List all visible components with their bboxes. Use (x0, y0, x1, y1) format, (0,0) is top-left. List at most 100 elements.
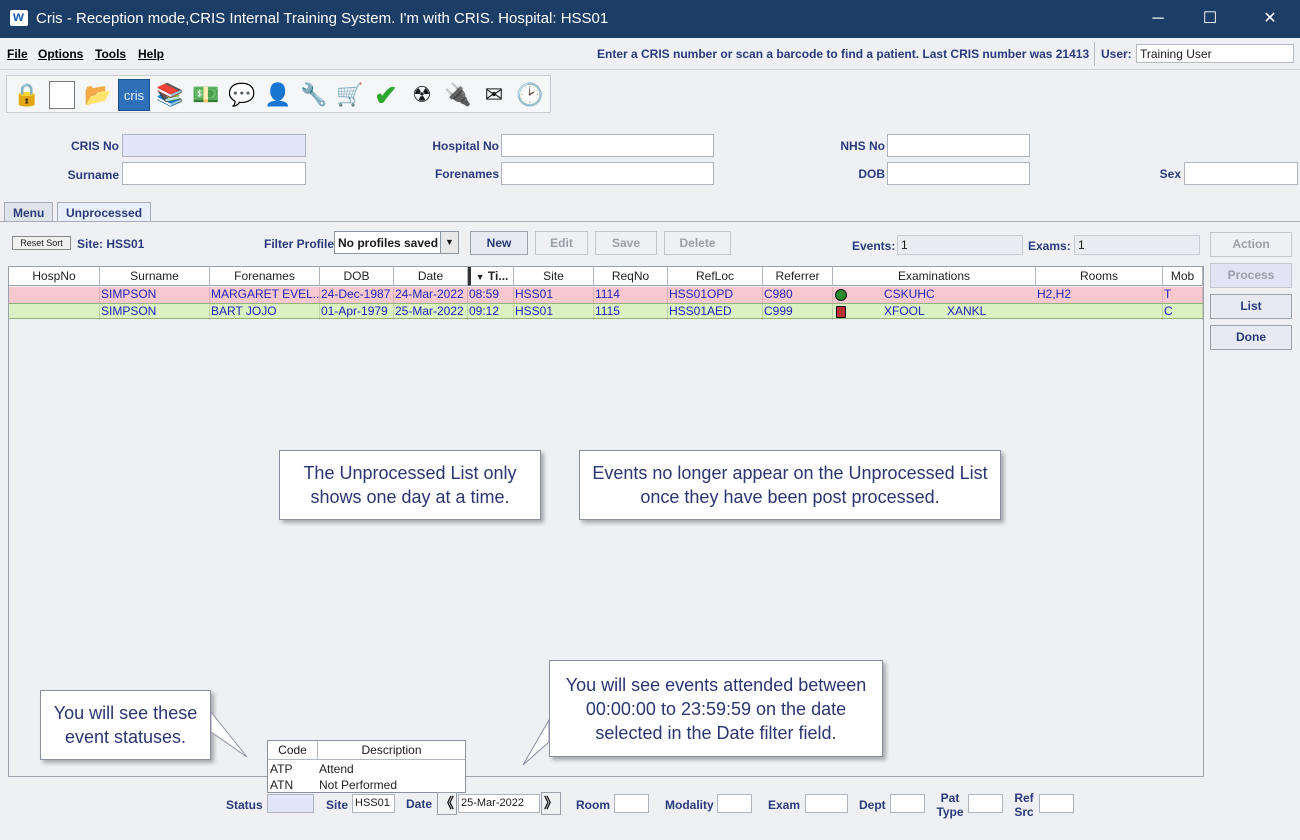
col-rooms[interactable]: Rooms (1036, 267, 1163, 286)
exam-filter-input[interactable] (805, 794, 848, 813)
forenames-input[interactable] (501, 162, 714, 185)
cell-hospno (9, 304, 100, 320)
title-bar: Cris - Reception mode,CRIS Internal Trai… (0, 0, 1300, 38)
done-button[interactable]: Done (1210, 325, 1292, 350)
modality-filter-input[interactable] (717, 794, 752, 813)
status-col-code: Code (268, 741, 318, 760)
user-field[interactable]: Training User (1136, 44, 1294, 63)
close-button[interactable]: ✕ (1244, 0, 1296, 38)
menu-tools[interactable]: Tools (95, 47, 126, 61)
status-filter-input[interactable] (267, 794, 314, 813)
search-hint: Enter a CRIS number or scan a barcode to… (597, 47, 1090, 61)
filter-profile-select[interactable]: No profiles saved ▼ (334, 231, 459, 254)
callout-statuses: You will see these event statuses. (40, 690, 211, 760)
status-code[interactable]: ATN (270, 778, 293, 792)
lock-icon[interactable]: 🔒 (11, 79, 43, 111)
status-code[interactable]: ATP (270, 762, 292, 776)
status-popup: Code Description ATP Attend ATN Not Perf… (267, 740, 466, 793)
forenames-label: Forenames (434, 167, 499, 181)
menu-help[interactable]: Help (138, 47, 164, 61)
pat-type-filter-input[interactable] (968, 794, 1003, 813)
edit-button[interactable]: Edit (535, 231, 588, 255)
col-refloc[interactable]: RefLoc (668, 267, 763, 286)
chat-icon[interactable]: 💬 (226, 79, 258, 111)
site-filter-input[interactable]: HSS01 (352, 794, 395, 813)
surname-input[interactable] (122, 162, 306, 185)
tab-menu[interactable]: Menu (4, 202, 54, 222)
tab-unprocessed[interactable]: Unprocessed (57, 202, 152, 222)
blank-page-icon[interactable] (46, 79, 78, 111)
col-referrer[interactable]: Referrer (763, 267, 833, 286)
reset-sort-button[interactable]: Reset Sort (12, 236, 71, 250)
sex-input[interactable] (1184, 162, 1298, 185)
dept-filter-input[interactable] (890, 794, 925, 813)
user-label: User: (1101, 47, 1132, 61)
callout-post-processed: Events no longer appear on the Unprocess… (579, 450, 1001, 520)
col-mob[interactable]: Mob (1163, 267, 1203, 286)
tab-divider (0, 221, 1300, 222)
cart-icon[interactable]: 🛒 (334, 79, 366, 111)
col-surname[interactable]: Surname (100, 267, 210, 286)
col-examinations[interactable]: Examinations (833, 267, 1036, 286)
action-button[interactable]: Action (1210, 232, 1292, 257)
nhs-no-input[interactable] (887, 134, 1030, 157)
radiation-icon[interactable]: ☢ (406, 79, 438, 111)
table-row[interactable]: SIMPSON MARGARET EVEL... 24-Dec-1987 24-… (9, 287, 1203, 303)
nhs-no-label: NHS No (840, 139, 885, 153)
menu-options-label: Options (38, 47, 84, 61)
cell-mob: C (1163, 304, 1203, 320)
wrench-icon[interactable]: 🔧 (298, 79, 330, 111)
col-date[interactable]: Date (394, 267, 468, 286)
save-button[interactable]: Save (595, 231, 657, 255)
new-button[interactable]: New (470, 231, 528, 255)
col-hospno[interactable]: HospNo (9, 267, 100, 286)
date-filter-input[interactable]: 25-Mar-2022 (458, 794, 540, 813)
ref-src-filter-input[interactable] (1039, 794, 1074, 813)
col-reqno[interactable]: ReqNo (594, 267, 668, 286)
process-button[interactable]: Process (1210, 263, 1292, 288)
col-dob[interactable]: DOB (320, 267, 394, 286)
date-next-button[interactable]: 》 (541, 792, 561, 815)
date-prev-button[interactable]: 《 (437, 792, 457, 815)
status-description[interactable]: Attend (319, 762, 354, 776)
chevron-down-icon[interactable]: ▼ (440, 232, 458, 253)
date-filter-label: Date (406, 797, 433, 811)
status-col-description: Description (318, 741, 465, 760)
cell-rooms: H2,H2 (1036, 287, 1163, 303)
list-button[interactable]: List (1210, 294, 1292, 319)
col-forenames[interactable]: Forenames (210, 267, 320, 286)
cris-no-input[interactable] (122, 134, 306, 157)
cell-rooms (1036, 304, 1163, 320)
delete-button[interactable]: Delete (664, 231, 731, 255)
cell-site: HSS01 (514, 304, 594, 320)
hospital-no-label: Hospital No (432, 139, 499, 153)
pat-type-filter-label: Pat Type (936, 791, 964, 819)
col-site[interactable]: Site (514, 267, 594, 286)
events-label: Events: (852, 239, 896, 253)
money-icon[interactable]: 💵 (190, 79, 222, 111)
menu-file[interactable]: File (7, 47, 28, 61)
dob-input[interactable] (887, 162, 1030, 185)
clock-icon[interactable]: 🕑 (514, 79, 546, 111)
room-filter-input[interactable] (614, 794, 649, 813)
check-icon[interactable]: ✔ (370, 79, 402, 111)
table-row[interactable]: SIMPSON BART JOJO 01-Apr-1979 25-Mar-202… (9, 303, 1203, 320)
col-time[interactable]: ▼ Ti... (468, 267, 514, 286)
person-info-icon[interactable]: 👤 (262, 79, 294, 111)
not-performed-status-icon (836, 306, 846, 318)
exam-filter-label: Exam (768, 798, 801, 812)
cell-dob: 24-Dec-1987 (320, 287, 394, 303)
books-icon[interactable]: 📚 (154, 79, 186, 111)
minimize-button[interactable]: ─ (1132, 0, 1184, 38)
menu-options[interactable]: Options (38, 47, 83, 61)
folder-icon[interactable]: 📂 (82, 79, 114, 111)
cell-refloc: HSS01AED (668, 304, 763, 320)
status-description[interactable]: Not Performed (319, 778, 397, 792)
envelope-icon[interactable]: ✉ (478, 79, 510, 111)
maximize-button[interactable]: ☐ (1184, 0, 1236, 38)
cris-icon[interactable]: cris (118, 79, 150, 111)
plug-icon[interactable]: 🔌 (442, 79, 474, 111)
hospital-no-input[interactable] (501, 134, 714, 157)
filter-profile-label: Filter Profile (264, 237, 335, 251)
menu-divider (1094, 42, 1095, 66)
